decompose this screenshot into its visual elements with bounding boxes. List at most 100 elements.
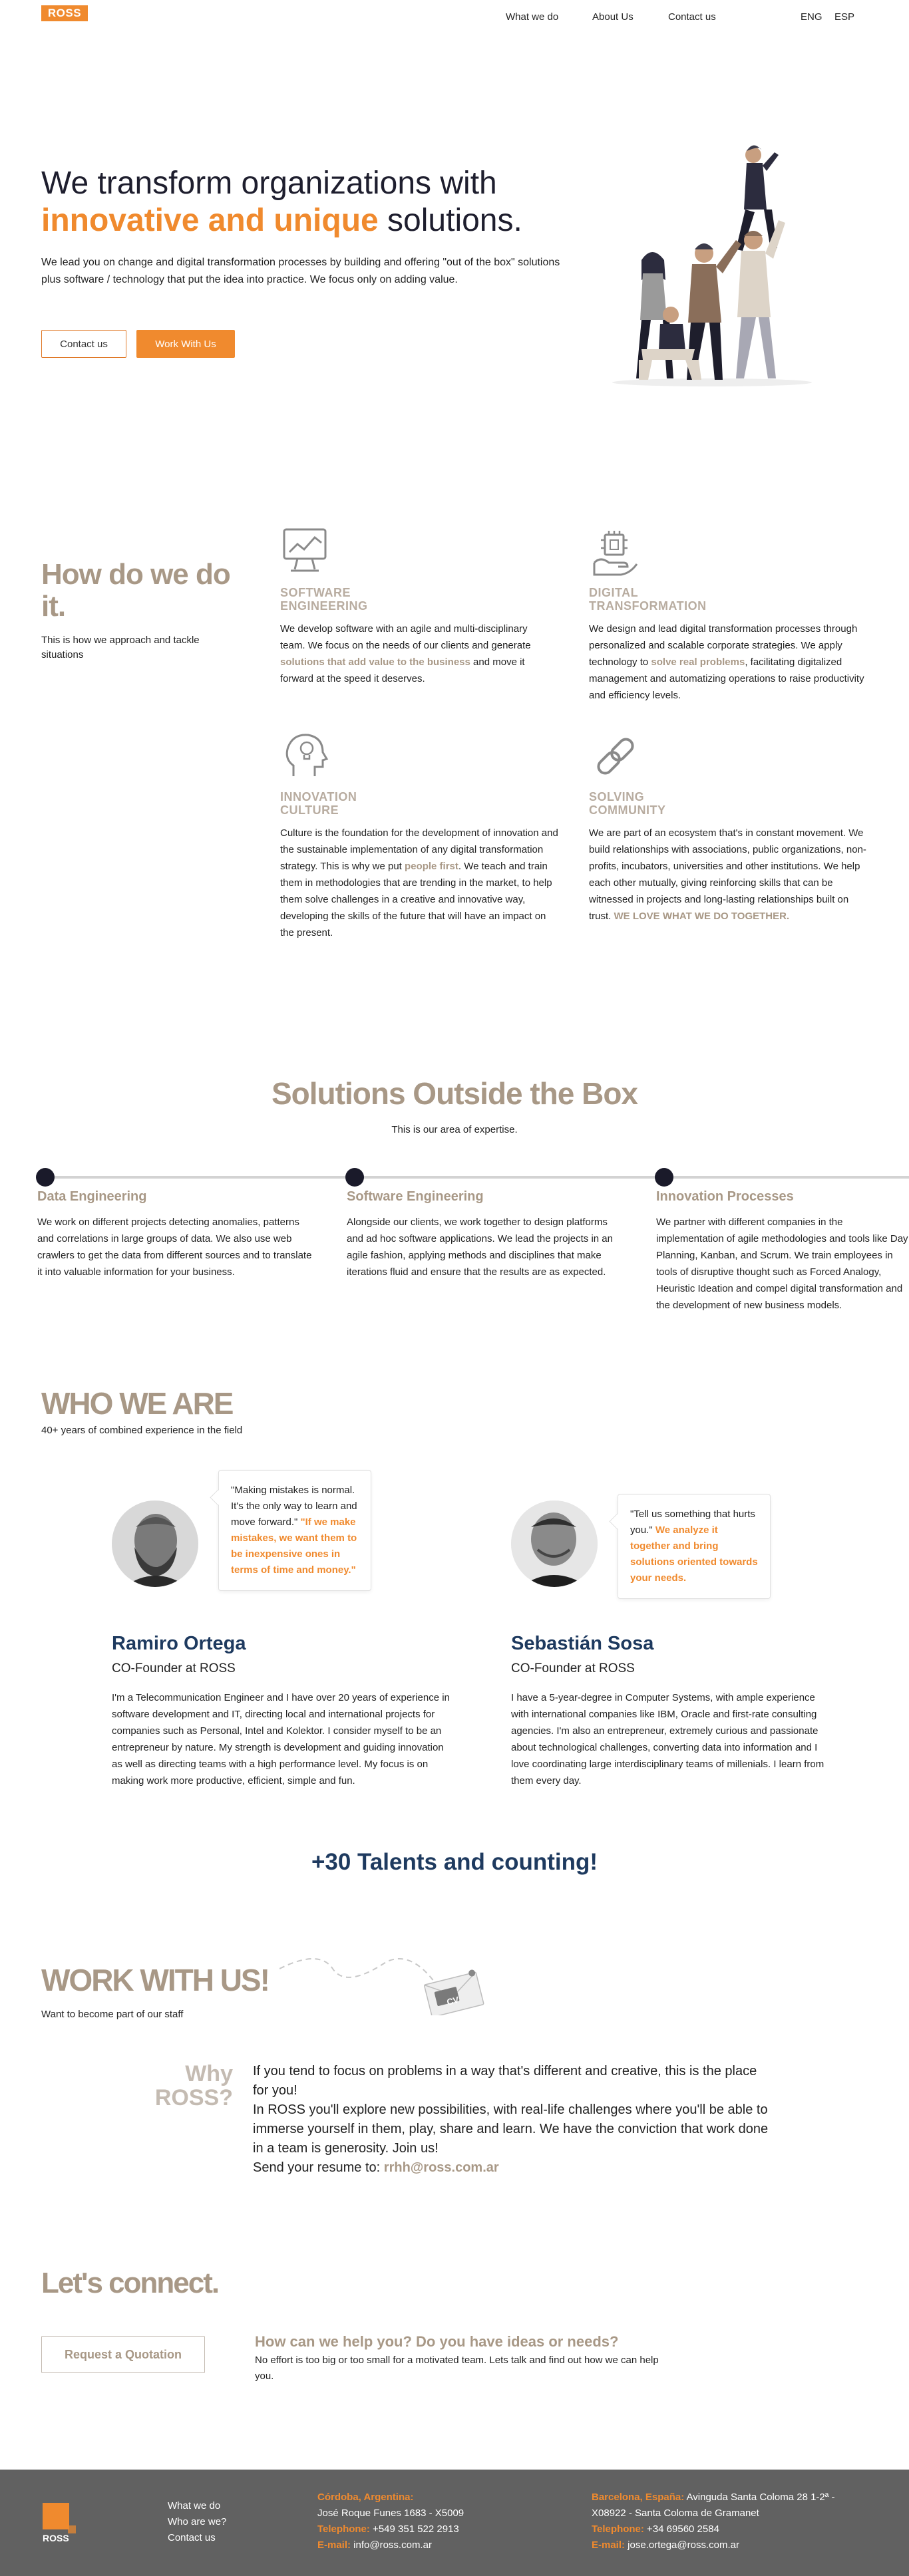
feature-title-line2: COMMUNITY (589, 803, 666, 817)
request-quotation-button[interactable]: Request a Quotation (41, 2336, 205, 2373)
quote-ramiro: "Making mistakes is normal. It's the onl… (218, 1470, 371, 1591)
feature-body: Culture is the foundation for the develo… (280, 825, 560, 941)
solution-innovation-processes: Innovation Processes We partner with dif… (656, 1189, 909, 1314)
talents-counter: +30 Talents and counting! (311, 1849, 598, 1875)
telephone-value: +549 351 522 2913 (369, 2523, 459, 2535)
person-photo-ramiro (112, 1501, 198, 1587)
office-barcelona: Barcelona, España: Avinguda Santa Coloma… (592, 2490, 898, 2553)
feature-title-line1: SOFTWARE (280, 586, 351, 599)
paper-plane-cv-illustration: CV (279, 1958, 484, 2015)
solutions-subtitle: This is our area of expertise. (391, 1124, 518, 1135)
feature-body-text: We are part of an ecosystem that's in co… (589, 827, 866, 922)
footer: ROSS What we do Who are we? Contact us C… (0, 2470, 909, 2576)
ross-footer-logo[interactable]: ROSS (41, 2502, 79, 2545)
quote-sebastian: "Tell us something that hurts you." We a… (618, 1494, 771, 1599)
why-ross-title: Why ROSS? (126, 2062, 233, 2110)
person-bio-ramiro: I'm a Telecommunication Engineer and I h… (112, 1692, 450, 1787)
feature-software-engineering: SOFTWARE ENGINEERING We develop software … (280, 525, 553, 687)
feature-title-line2: CULTURE (280, 803, 339, 817)
hero-title: We transform organizations with innovati… (41, 165, 587, 239)
office-telephone: Telephone: +549 351 522 2913 (317, 2521, 530, 2537)
lang-esp[interactable]: ESP (834, 11, 854, 23)
work-with-us-button[interactable]: Work With Us (136, 330, 235, 358)
why-paragraph: Send your resume to: rrhh@ross.com.ar (253, 2158, 772, 2178)
feature-body-text: We develop software with an agile and mu… (280, 623, 531, 651)
monitor-icon (283, 528, 327, 572)
hero-description: We lead you on change and digital transf… (41, 257, 560, 285)
feature-title: SOFTWARE ENGINEERING (280, 586, 553, 613)
solution-software-engineering: Software Engineering Alongside our clien… (347, 1189, 626, 1280)
feature-title-line2: TRANSFORMATION (589, 599, 707, 613)
email-label: E-mail: (317, 2539, 351, 2551)
feature-body-highlight: WE LOVE WHAT WE DO TOGETHER. (614, 911, 790, 922)
feature-innovation-culture: INNOVATION CULTURE Culture is the foundat… (280, 730, 560, 941)
solution-body: Alongside our clients, we work together … (347, 1216, 613, 1278)
nav-about-us[interactable]: About Us (592, 11, 634, 23)
why-ross-body: If you tend to focus on problems in a wa… (253, 2062, 772, 2178)
feature-body-highlight: solutions that add value to the business (280, 656, 470, 668)
why-paragraph: If you tend to focus on problems in a wa… (253, 2064, 757, 2098)
feature-title-line1: INNOVATION (280, 790, 357, 803)
connect-body: No effort is too big or too small for a … (255, 2355, 659, 2382)
solution-name: Data Engineering (37, 1189, 147, 1204)
office-telephone: Telephone: +34 69560 2584 (592, 2521, 898, 2537)
email-value[interactable]: jose.ortega@ross.com.ar (625, 2539, 739, 2551)
nav-what-we-do[interactable]: What we do (506, 11, 558, 23)
head-bulb-icon (285, 734, 329, 776)
office-email: E-mail: jose.ortega@ross.com.ar (592, 2537, 898, 2553)
person-role-sebastian: CO-Founder at ROSS (511, 1661, 635, 1675)
timeline-line (45, 1176, 909, 1179)
office-address-line2: X08922 - Santa Coloma de Gramanet (592, 2507, 759, 2519)
feature-title-line1: DIGITAL (589, 586, 639, 599)
how-section-subtitle: This is how we approach and tackle situa… (41, 635, 200, 660)
office-cordoba: Córdoba, Argentina: José Roque Funes 168… (317, 2490, 530, 2553)
feature-body: We design and lead digital transformatio… (589, 621, 868, 704)
timeline-dot (345, 1168, 364, 1187)
office-address-line1: Avinguda Santa Coloma 28 1-2ª - (684, 2492, 835, 2503)
footer-link-contact-us[interactable]: Contact us (168, 2532, 216, 2543)
office-email: E-mail: info@ross.com.ar (317, 2537, 530, 2553)
team-pyramid-illustration (612, 145, 812, 386)
feature-title-line1: SOLVING (589, 790, 645, 803)
lang-eng[interactable]: ENG (801, 11, 822, 23)
person-name-ramiro: Ramiro Ortega (112, 1633, 246, 1654)
top-navigation: ROSS What we do About Us Contact us ENG … (0, 0, 909, 36)
who-we-are-subtitle: 40+ years of combined experience in the … (41, 1425, 243, 1436)
resume-prompt: Send your resume to: (253, 2160, 384, 2175)
chain-link-icon (597, 738, 634, 775)
solution-data-engineering: Data Engineering We work on different pr… (37, 1189, 317, 1280)
person-role-ramiro: CO-Founder at ROSS (112, 1661, 236, 1675)
email-label: E-mail: (592, 2539, 626, 2551)
resume-email-link[interactable]: rrhh@ross.com.ar (384, 2160, 499, 2175)
work-with-us-title: WORK WITH US! (41, 1963, 270, 1997)
telephone-label: Telephone: (592, 2523, 644, 2535)
footer-link-what-we-do[interactable]: What we do (168, 2500, 220, 2511)
feature-title: INNOVATION CULTURE (280, 790, 560, 817)
timeline-dot (655, 1168, 673, 1187)
why-paragraph: In ROSS you'll explore new possibilities… (253, 2102, 769, 2156)
email-value[interactable]: info@ross.com.ar (351, 2539, 432, 2551)
who-we-are-title: WHO WE ARE (41, 1386, 234, 1421)
hero-title-end: solutions. (378, 203, 522, 238)
footer-link-who-are-we[interactable]: Who are we? (168, 2516, 226, 2527)
contact-us-button[interactable]: Contact us (41, 330, 126, 358)
feature-body-highlight: people first (405, 861, 458, 872)
connect-title: Let's connect. (41, 2267, 220, 2299)
feature-title: SOLVING COMMUNITY (589, 790, 868, 817)
avatar (511, 1501, 598, 1587)
timeline-dot (36, 1168, 55, 1187)
chip-hand-icon (593, 531, 638, 576)
ross-logo[interactable]: ROSS (41, 5, 88, 21)
how-section-title: How do we do it. (41, 558, 231, 623)
solution-name: Software Engineering (347, 1189, 484, 1204)
solution-body: We work on different projects detecting … (37, 1216, 312, 1278)
hero-title-line1: We transform organizations with (41, 166, 497, 201)
nav-contact-us[interactable]: Contact us (668, 11, 716, 23)
office-address: José Roque Funes 1683 - X5009 (317, 2507, 464, 2519)
solution-body: We partner with different companies in t… (656, 1216, 908, 1311)
feature-body: We develop software with an agile and mu… (280, 621, 553, 687)
why-title-line1: Why (185, 2061, 233, 2086)
office-city: Barcelona, España: (592, 2492, 685, 2503)
feature-digital-transformation: DIGITAL TRANSFORMATION We design and lead… (589, 525, 868, 704)
person-name-sebastian: Sebastián Sosa (511, 1633, 654, 1654)
